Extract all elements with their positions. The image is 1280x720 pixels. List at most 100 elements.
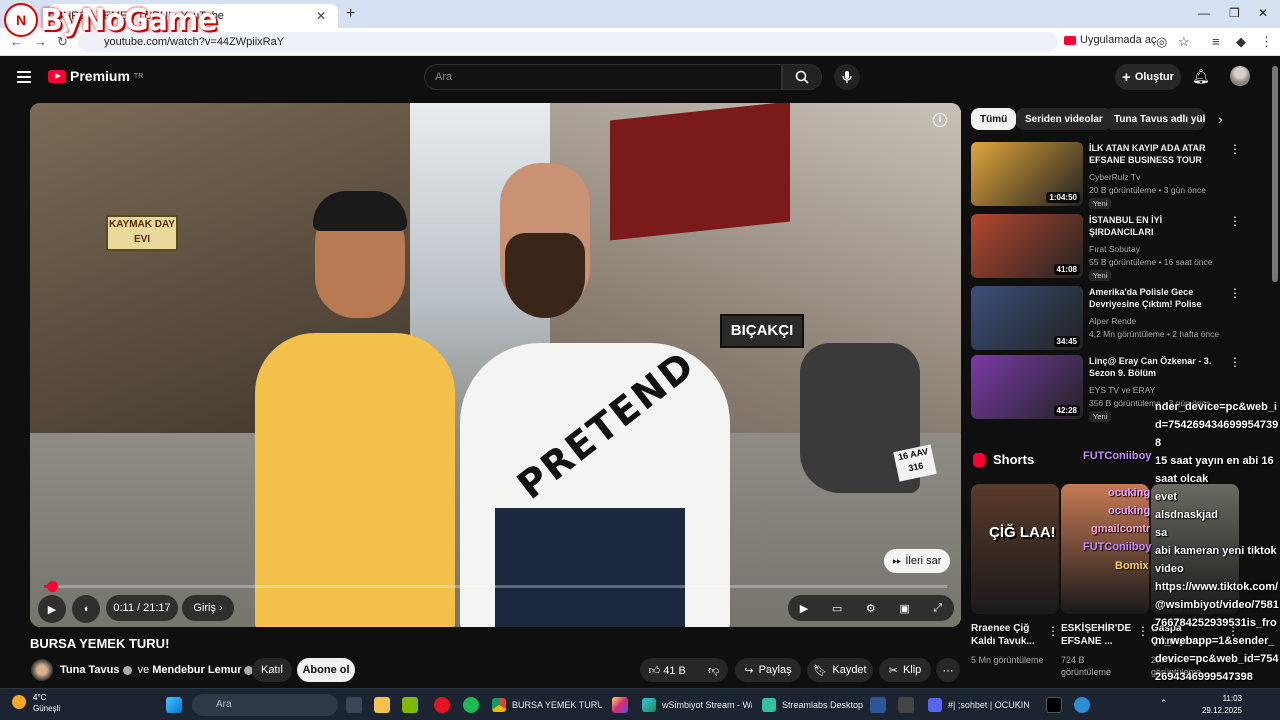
clock[interactable]: 11:03 29.12.2025: [1190, 693, 1242, 717]
close-window-icon[interactable]: ✕: [1258, 6, 1268, 20]
recommendation-channel[interactable]: Alper Rende: [1089, 316, 1136, 326]
voice-search-button[interactable]: [834, 64, 860, 90]
short-thumbnail[interactable]: ÇİĞ LAA!: [971, 484, 1059, 614]
join-button[interactable]: Katıl: [252, 658, 292, 682]
recommendation-title[interactable]: İSTANBUL EN İYİ ŞIRDANCILARI DENEDİK!@Fa…: [1089, 214, 1215, 238]
app-icon[interactable]: [1074, 697, 1090, 713]
create-button[interactable]: + Oluştur: [1115, 64, 1181, 90]
browser-menu-icon[interactable]: ⋮: [1260, 34, 1273, 50]
system-tray-chevron-icon[interactable]: ⌃: [1160, 698, 1168, 709]
more-options-icon[interactable]: ⋮: [1229, 286, 1241, 300]
recommendation-title[interactable]: İLK ATAN KAYIP ADA ATAR EFSANE BUSINESS …: [1089, 142, 1215, 166]
weather-sun-icon[interactable]: [12, 695, 26, 709]
file-explorer-icon[interactable]: [374, 697, 390, 713]
settings-gear-icon[interactable]: ⚙︎: [866, 602, 876, 615]
chat-message: abi kameran yeni tiktok video: [1155, 545, 1277, 575]
chapter-button[interactable]: Giriş ›: [182, 595, 234, 621]
chip-uploads[interactable]: Tuna Tavus adlı yükle: [1105, 108, 1205, 130]
search-button[interactable]: [782, 64, 822, 90]
more-options-icon[interactable]: ⋮: [1229, 355, 1241, 369]
windows-start-icon[interactable]: [166, 697, 182, 713]
recommendation-item[interactable]: 1:04:50 İLK ATAN KAYIP ADA ATAR EFSANE B…: [971, 142, 1271, 212]
minimize-icon[interactable]: —: [1198, 6, 1210, 20]
like-button[interactable]: 👍︎ 41 B: [649, 664, 686, 677]
notifications-bell-icon[interactable]: 🔔︎: [1192, 68, 1210, 85]
taskbar-app-streamlabs[interactable]: Streamlabs Desktop: [762, 694, 866, 716]
media-control-icon[interactable]: ≡: [1212, 34, 1220, 49]
taskbar-app-edge[interactable]: wSimbiyot Stream - Wa: [642, 694, 752, 716]
save-button[interactable]: 🔖︎ Kaydet: [807, 658, 873, 682]
chip-series[interactable]: Seriden videolar: [1016, 108, 1112, 130]
recommendation-thumbnail[interactable]: 34:45: [971, 286, 1083, 350]
share-arrow-icon: ↪: [744, 664, 754, 677]
weather-widget[interactable]: 4°C Güneşli: [33, 692, 60, 714]
tiktok-icon[interactable]: [1046, 697, 1062, 713]
youtube-music-icon[interactable]: [434, 697, 450, 713]
recommendation-title[interactable]: Amerika'da Polisle Gece Devriyesine Çıkt…: [1089, 286, 1215, 310]
menu-icon[interactable]: [17, 71, 31, 83]
close-tab-icon[interactable]: ✕: [312, 9, 330, 23]
app-icon[interactable]: [898, 697, 914, 713]
info-icon[interactable]: i: [933, 113, 947, 127]
duration-badge: 34:45: [1053, 336, 1080, 347]
more-options-icon[interactable]: ⋮: [1137, 624, 1149, 638]
extension-icon[interactable]: ◆: [1236, 34, 1246, 50]
eye-off-icon[interactable]: ◎: [1156, 34, 1167, 50]
open-in-app-button[interactable]: Uygulamada aç: [1064, 34, 1156, 46]
person-yellow-hoodie: [255, 333, 455, 627]
recommendation-thumbnail[interactable]: 41:08: [971, 214, 1083, 278]
more-options-icon[interactable]: ⋮: [1047, 624, 1059, 638]
channel-avatar[interactable]: [31, 659, 53, 681]
clip-button[interactable]: ✂ Klip: [879, 658, 931, 682]
youtube-play-icon: [48, 69, 66, 83]
share-button[interactable]: ↪ Paylaş: [735, 658, 801, 682]
thumbs-down-icon[interactable]: 👎︎: [708, 664, 719, 677]
subtitles-icon[interactable]: ▭: [832, 602, 842, 615]
search-input[interactable]: Ara: [424, 64, 782, 90]
chips-next-chevron-icon[interactable]: ›: [1218, 111, 1223, 127]
fullscreen-icon[interactable]: ⤢: [933, 602, 942, 615]
recommendation-thumbnail[interactable]: 42:28: [971, 355, 1083, 419]
more-options-icon[interactable]: ⋮: [1229, 142, 1241, 156]
autoplay-icon[interactable]: ▶︎: [800, 602, 808, 615]
short-title[interactable]: Rraenee Çiğ Kaldı Tavuk...: [971, 622, 1047, 648]
play-button[interactable]: ▶: [38, 595, 66, 623]
store-icon[interactable]: [402, 697, 418, 713]
search-icon: [795, 70, 809, 84]
recommendation-channel[interactable]: EYS TV ve ERAY: [1089, 385, 1155, 395]
app-icon[interactable]: [870, 697, 886, 713]
restore-icon[interactable]: ❐: [1229, 6, 1240, 20]
recommendation-thumbnail[interactable]: 1:04:50: [971, 142, 1083, 206]
streamlabs-icon: [762, 698, 776, 712]
recommendation-item[interactable]: 41:08 İSTANBUL EN İYİ ŞIRDANCILARI DENED…: [971, 214, 1271, 284]
subscribe-button[interactable]: Abone ol: [297, 658, 355, 682]
spotify-icon[interactable]: [463, 697, 479, 713]
recommendation-title[interactable]: Linç@ Eray Can Özkenar - 3. Sezon 9. Böl…: [1089, 355, 1215, 379]
miniplayer-icon[interactable]: ▣: [899, 602, 909, 615]
skip-forward-button[interactable]: ⏩︎ İleri sar: [884, 549, 950, 573]
account-avatar[interactable]: [1230, 66, 1250, 86]
task-view-icon[interactable]: [346, 697, 362, 713]
more-options-icon[interactable]: ⋮: [1229, 214, 1241, 228]
new-tab-button[interactable]: +: [346, 5, 355, 23]
recommendation-channel[interactable]: Fırat Sobutay: [1089, 244, 1140, 254]
page-scrollbar[interactable]: [1272, 66, 1278, 282]
recommendation-channel[interactable]: CyberRulz Tv: [1089, 172, 1140, 182]
more-actions-icon[interactable]: ⋯: [936, 658, 960, 682]
instagram-icon[interactable]: [612, 697, 628, 713]
taskbar-search[interactable]: Ara: [192, 694, 338, 716]
bookmark-star-icon[interactable]: ☆: [1178, 34, 1190, 50]
progress-bar[interactable]: [44, 581, 947, 592]
url-field[interactable]: youtube.com/watch?v=44ZWpiixRaY: [78, 32, 1058, 52]
taskbar-app-discord[interactable]: #| ;sohbet | OCUKIN: [928, 694, 1036, 716]
edge-icon: [642, 698, 656, 712]
video-player[interactable]: KAYMAK DAY EVI BIÇAKÇI 16 AAV 316 PRETEN…: [30, 103, 961, 627]
progress-scrubber[interactable]: [46, 581, 58, 592]
volume-button[interactable]: ◖: [72, 595, 100, 623]
short-title[interactable]: ESKİŞEHİR'DE EFSANE ...: [1061, 622, 1137, 648]
recommendation-item[interactable]: 34:45 Amerika'da Polisle Gece Devriyesin…: [971, 286, 1271, 356]
youtube-premium-logo[interactable]: Premium TR: [48, 68, 143, 84]
taskbar-app-chrome[interactable]: BURSA YEMEK TURU! - Y: [492, 694, 602, 716]
channel-names[interactable]: Tuna Tavus ve Mendebur Lemur: [60, 664, 256, 676]
chip-all[interactable]: Tümü: [971, 108, 1017, 130]
